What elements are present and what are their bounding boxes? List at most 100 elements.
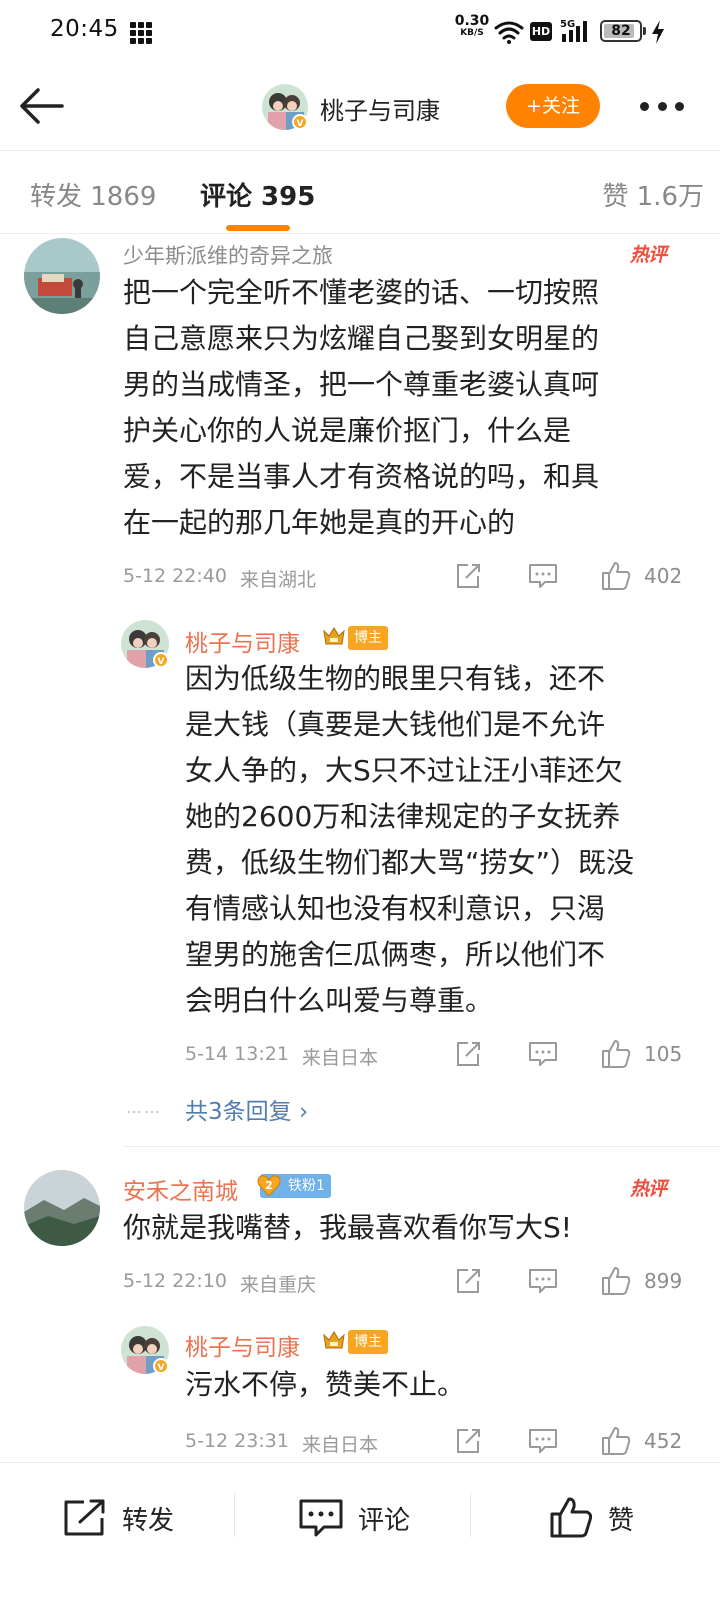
svg-text:V: V [158,1363,165,1373]
like-count: 402 [644,564,683,588]
reply-line: 费，低级生物们都大骂“捞女”）既没 [185,846,635,879]
wifi-icon [494,21,524,44]
comment-button[interactable]: 评论 [298,1463,410,1573]
like-icon[interactable] [600,1425,632,1457]
comment-line: 把一个完全听不懂老婆的话、一切按照 [123,276,600,309]
like-count: 105 [644,1042,683,1066]
bolt-icon [652,20,664,44]
reply-location: 来自日本 [302,1047,379,1069]
comment-item: 安禾之南城 铁粉1 2 热评 你就是我嘴替，我最喜欢看你写大S! 5-12 22… [0,1160,720,1460]
back-icon[interactable] [18,84,66,128]
reply-time: 5-12 23:31 [185,1430,289,1452]
blogger-badge: 博主 [348,1330,388,1354]
comment-icon[interactable] [528,1427,558,1455]
like-button[interactable]: 赞 [548,1463,634,1573]
blogger-badge: 博主 [348,626,388,650]
commenter-name[interactable]: 安禾之南城 [123,1172,238,1206]
signal-icon: 5G [560,19,587,42]
comment-time: 5-12 22:10 [123,1270,227,1292]
comment-time: 5-12 22:40 [123,565,227,587]
comment-text: 你就是我嘴替，我最喜欢看你写大S! [123,1205,703,1251]
comment-location: 来自重庆 [240,1274,317,1296]
reply-line: 有情感认知也没有权利意识，只渴 [185,892,606,925]
header: V 桃子与司康 +关注 [0,64,720,150]
hot-comment-badge: 热评 [630,1178,667,1200]
reply-text: 污水不停，赞美不止。 [185,1362,695,1408]
like-icon[interactable] [600,1265,632,1297]
svg-text:5G: 5G [560,19,575,30]
fan-badge-label: 铁粉1 [288,1178,325,1194]
hot-comment-badge: 热评 [630,244,667,266]
tab-like[interactable]: 赞 1.6万 [602,176,704,213]
more-replies-dots: …… [126,1098,162,1117]
reply-line: 是大钱（真要是大钱他们是不允许 [185,708,606,741]
home-indicator [0,1572,720,1600]
comment-label: 评论 [358,1505,411,1536]
more-replies-link[interactable]: 共3条回复 › [185,1092,308,1126]
replier-name[interactable]: 桃子与司康 [185,1328,300,1362]
share-icon[interactable] [454,1040,482,1068]
tab-repost[interactable]: 转发 1869 [30,176,156,213]
tab-comment[interactable]: 评论 395 [200,176,315,213]
divider [234,1493,235,1537]
comment-line: 爱，不是当事人才有资格说的吗，和具 [123,460,600,493]
reply-line: 因为低级生物的眼里只有钱，还不 [185,662,606,695]
follow-button[interactable]: +关注 [506,84,600,128]
fan-level: 2 [265,1179,273,1192]
comment-icon [299,1499,343,1537]
hd-icon: HD [530,22,552,41]
battery-level: 82 [611,23,631,39]
status-bar: 20:45 0.30 KB/S HD 5G 82 [0,0,720,64]
comment-line: 在一起的那几年她是真的开心的 [123,506,516,539]
comment-icon[interactable] [528,1040,558,1068]
replier-name[interactable]: 桃子与司康 [185,624,300,658]
commenter-avatar[interactable] [24,1170,100,1246]
replier-avatar[interactable]: V [121,1326,169,1374]
like-icon[interactable] [600,560,632,592]
status-time: 20:45 [50,16,119,42]
tab-bar: 转发 1869 评论 395 赞 1.6万 [0,150,720,234]
svg-text:V: V [297,119,304,129]
crown-icon [323,1331,345,1349]
author-name[interactable]: 桃子与司康 [320,91,440,126]
comment-icon[interactable] [528,562,558,590]
reply-line: 女人争的，大S只不过让汪小菲还欠 [185,754,623,787]
comment-line: 男的当成情圣，把一个尊重老婆认真呵 [123,368,600,401]
like-label: 赞 [608,1505,635,1536]
more-icon[interactable] [640,102,684,112]
share-icon[interactable] [454,1267,482,1295]
comment-location: 来自湖北 [240,569,317,591]
comment-line: 护关心你的人说是廉价抠门，什么是 [123,414,572,447]
reply-line: 污水不停，赞美不止。 [185,1368,466,1401]
share-icon[interactable] [454,1427,482,1455]
app-grid-icon [130,22,152,44]
share-icon [64,1499,105,1536]
reply-line: 她的2600万和法律规定的子女抚养 [185,800,621,833]
comment-line: 你就是我嘴替，我最喜欢看你写大S! [123,1211,572,1244]
reply-location: 来自日本 [302,1434,379,1456]
crown-icon [323,627,345,645]
repost-button[interactable]: 转发 [62,1463,174,1573]
net-speed: 0.30 KB/S [452,14,492,38]
like-icon[interactable] [600,1038,632,1070]
divider [470,1493,471,1537]
reply-line: 会明白什么叫爱与尊重。 [185,984,494,1017]
share-icon[interactable] [454,562,482,590]
comment-icon[interactable] [528,1267,558,1295]
replier-avatar[interactable]: V [121,620,169,668]
like-count: 899 [644,1269,683,1293]
commenter-avatar[interactable] [24,238,100,314]
like-icon [550,1497,593,1538]
battery-icon: 82 [600,20,642,42]
battery-tip [643,27,646,35]
comment-text: 把一个完全听不懂老婆的话、一切按照 自己意愿来只为炫耀自己娶到女明星的 男的当成… [123,270,683,546]
net-speed-unit: KB/S [460,28,484,38]
net-speed-value: 0.30 [454,13,490,29]
reply-text: 因为低级生物的眼里只有钱，还不 是大钱（真要是大钱他们是不允许 女人争的，大S只… [185,656,695,1024]
author-avatar[interactable]: V [262,84,308,130]
fan-heart-icon: 2 [257,1175,281,1197]
comment-line: 自己意愿来只为炫耀自己娶到女明星的 [123,322,600,355]
repost-label: 转发 [122,1505,175,1536]
comment-item: 少年斯派维的奇异之旅 热评 把一个完全听不懂老婆的话、一切按照 自己意愿来只为炫… [0,234,720,1154]
commenter-name[interactable]: 少年斯派维的奇异之旅 [123,240,333,270]
